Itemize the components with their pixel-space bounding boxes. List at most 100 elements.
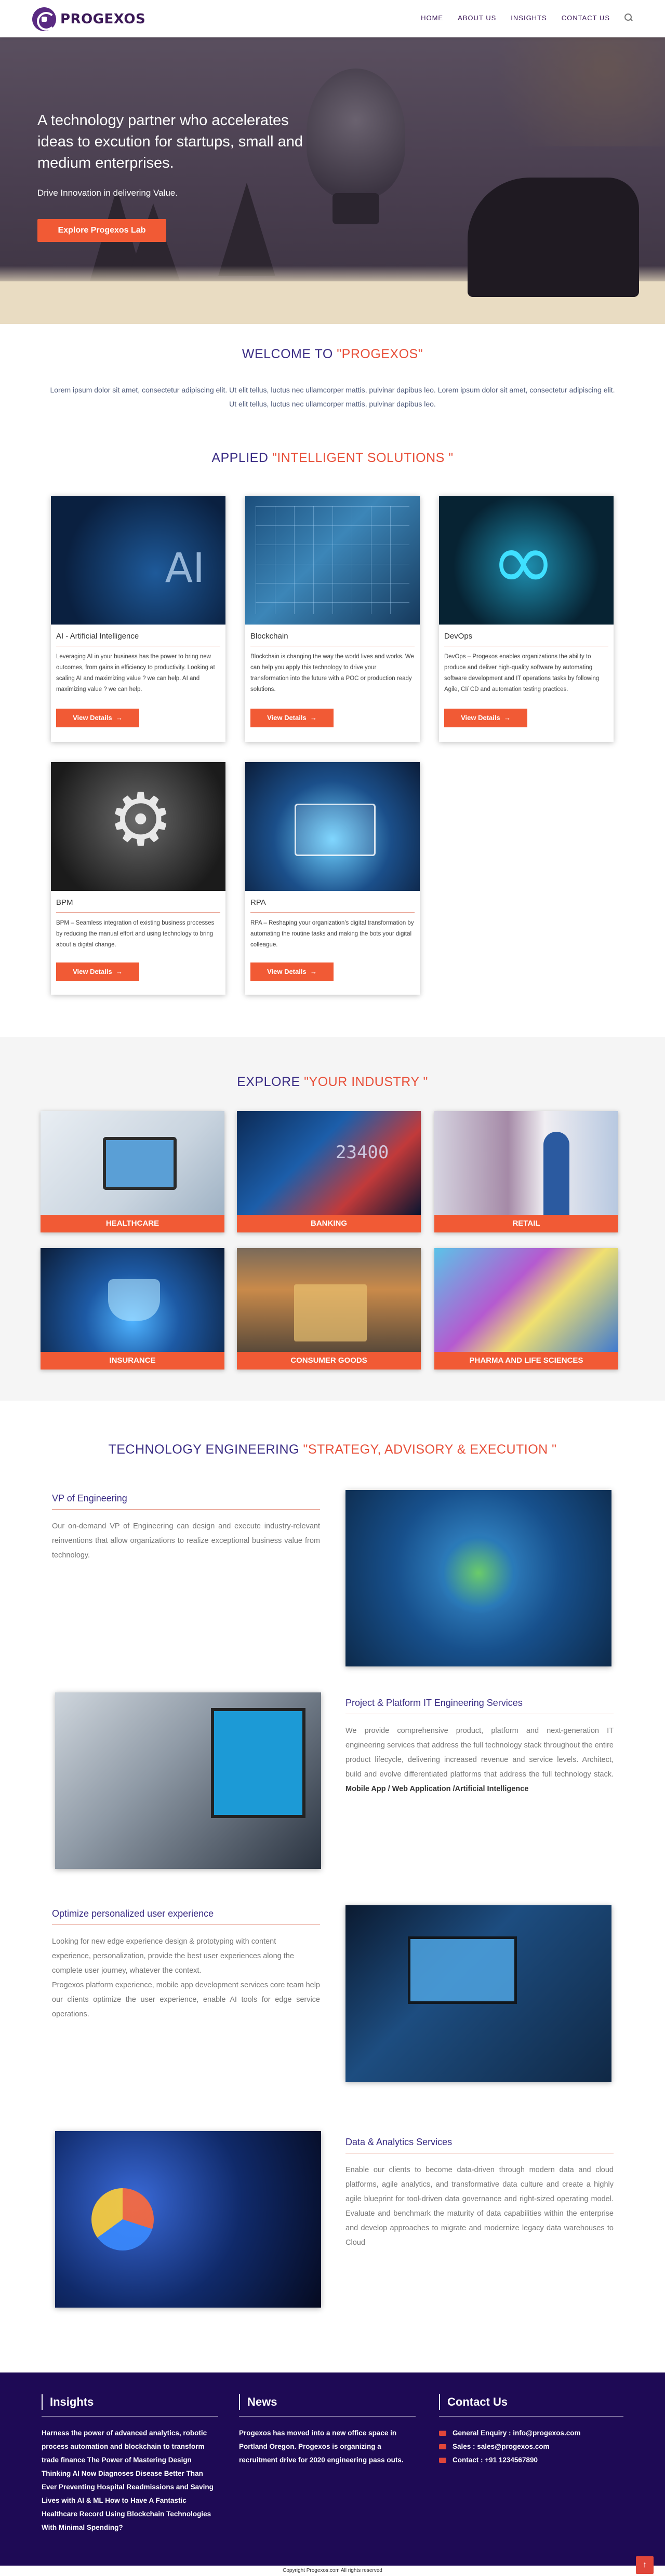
explore-lab-button[interactable]: Explore Progexos Lab xyxy=(37,219,166,242)
engineering-title: TECHNOLOGY ENGINEERING "STRATEGY, ADVISO… xyxy=(0,1442,665,1457)
view-details-button[interactable]: View Details → xyxy=(56,709,139,727)
welcome-text: Lorem ipsum dolor sit amet, consectetur … xyxy=(50,386,615,408)
view-details-button[interactable]: View Details → xyxy=(250,709,334,727)
footer-divider xyxy=(42,2416,218,2417)
ux-text-line: Progexos platform experience, mobile app… xyxy=(52,1981,320,2018)
footer-news-text: Progexos has moved into a new office spa… xyxy=(239,2429,404,2464)
solution-card-blockchain: Blockchain Blockchain is changing the wa… xyxy=(245,496,420,742)
platform-text-body: We provide comprehensive product, platfo… xyxy=(345,1727,614,1779)
hero-bulb-base xyxy=(332,193,379,224)
ux-text-line: complete user journey, whatever the cont… xyxy=(52,1967,202,1975)
bpm-image xyxy=(51,762,225,891)
platform-engineering-text: We provide comprehensive product, platfo… xyxy=(345,1724,614,1796)
engineering-title-highlight: "STRATEGY, ADVISORY & EXECUTION " xyxy=(303,1442,557,1457)
hero-subtitle: Drive Innovation in delivering Value. xyxy=(37,188,178,198)
footer-insights-text[interactable]: Harness the power of advanced analytics,… xyxy=(42,2426,218,2534)
ux-image xyxy=(345,1905,611,2082)
contact-general[interactable]: General Enquiry : info@progexos.com xyxy=(439,2426,626,2440)
card-title: DevOps xyxy=(444,632,608,646)
welcome-title: WELCOME TO "PROGEXOS" xyxy=(0,347,665,362)
view-details-button[interactable]: View Details → xyxy=(56,962,139,981)
main-nav: HOME ABOUT US INSIGHTS CONTACT US xyxy=(421,13,633,22)
copyright: Copyright Progexos.com All rights reserv… xyxy=(0,2566,665,2576)
industry-label: PHARMA AND LIFE SCIENCES xyxy=(434,1352,618,1370)
healthcare-image xyxy=(41,1111,224,1215)
engineering-title-text: TECHNOLOGY ENGINEERING xyxy=(108,1442,303,1457)
industry-label: CONSUMER GOODS xyxy=(237,1352,421,1370)
vp-engineering-title: VP of Engineering xyxy=(52,1493,320,1510)
industry-tile-healthcare[interactable]: HEALTHCARE xyxy=(41,1111,224,1232)
hero-title: A technology partner who accelerates ide… xyxy=(37,112,303,171)
contact-text: General Enquiry : info@progexos.com xyxy=(453,2429,581,2437)
nav-about-us[interactable]: ABOUT US xyxy=(458,14,496,22)
platform-text-bold: Mobile App / Web Application /Artificial… xyxy=(345,1785,529,1793)
solutions-title-text: APPLIED xyxy=(211,451,272,465)
ai-image xyxy=(51,496,225,625)
hero-banner: A technology partner who accelerates ide… xyxy=(0,37,665,324)
rpa-image xyxy=(245,762,420,891)
solution-card-bpm: BPM BPM – Seamless integration of existi… xyxy=(51,762,225,995)
card-title: RPA xyxy=(250,898,415,913)
industry-title: EXPLORE "YOUR INDUSTRY " xyxy=(0,1075,665,1090)
nav-home[interactable]: HOME xyxy=(421,14,443,22)
industry-label: HEALTHCARE xyxy=(41,1215,224,1232)
arrow-right-icon: → xyxy=(310,968,317,975)
footer-news-title: News xyxy=(239,2394,277,2410)
card-title: AI - Artificial Intelligence xyxy=(56,632,220,646)
platform-engineering-image xyxy=(55,1692,321,1869)
industry-label: BANKING xyxy=(237,1215,421,1232)
view-details-button[interactable]: View Details → xyxy=(250,962,334,981)
retail-image xyxy=(434,1111,618,1215)
vp-engineering-text: Our on-demand VP of Engineering can desi… xyxy=(52,1522,320,1560)
arrow-right-icon: → xyxy=(503,714,511,722)
contact-text: Contact : +91 1234567890 xyxy=(453,2456,538,2464)
vp-engineering-image xyxy=(345,1490,611,1666)
pharma-image xyxy=(434,1248,618,1352)
solution-card-devops: DevOps DevOps – Progexos enables organiz… xyxy=(439,496,614,742)
logo-text: PROGEXOS xyxy=(60,11,146,27)
industry-tile-retail[interactable]: RETAIL xyxy=(434,1111,618,1232)
search-icon[interactable] xyxy=(624,13,633,22)
logo-icon xyxy=(32,7,56,31)
industry-label: INSURANCE xyxy=(41,1352,224,1370)
footer-divider xyxy=(239,2416,416,2417)
button-label: View Details xyxy=(461,714,500,722)
card-description: Blockchain is changing the way the world… xyxy=(250,654,414,693)
phone-icon xyxy=(439,2458,446,2463)
mail-icon xyxy=(439,2431,446,2436)
industry-tile-consumer-goods[interactable]: CONSUMER GOODS xyxy=(237,1248,421,1370)
ux-text-line: Looking for new edge experience design &… xyxy=(52,1937,276,1946)
solution-card-ai: AI - Artificial Intelligence Leveraging … xyxy=(51,496,225,742)
site-header: PROGEXOS HOME ABOUT US INSIGHTS CONTACT … xyxy=(0,0,665,37)
nav-insights[interactable]: INSIGHTS xyxy=(511,14,547,22)
industry-tile-pharma[interactable]: PHARMA AND LIFE SCIENCES xyxy=(434,1248,618,1370)
contact-sales[interactable]: Sales : sales@progexos.com xyxy=(439,2440,626,2453)
industry-label: RETAIL xyxy=(434,1215,618,1232)
arrow-right-icon: → xyxy=(115,968,123,975)
arrow-right-icon: → xyxy=(115,714,123,722)
solutions-title-highlight: "INTELLIGENT SOLUTIONS " xyxy=(272,451,454,465)
nav-contact-us[interactable]: CONTACT US xyxy=(562,14,610,22)
scroll-to-top-button[interactable]: ↑ xyxy=(636,2556,654,2574)
solutions-title: APPLIED "INTELLIGENT SOLUTIONS " xyxy=(0,451,665,466)
footer-divider xyxy=(439,2416,623,2417)
logo[interactable]: PROGEXOS xyxy=(32,7,145,31)
ux-text-line: experience, personalization, provide the… xyxy=(52,1952,294,1960)
mail-icon xyxy=(439,2444,446,2449)
ux-title: Optimize personalized user experience xyxy=(52,1908,320,1925)
card-description: DevOps – Progexos enables organizations … xyxy=(444,654,600,693)
contact-text: Sales : sales@progexos.com xyxy=(453,2443,550,2450)
card-description: Leveraging AI in your business has the p… xyxy=(56,654,215,693)
solution-card-rpa: RPA RPA – Reshaping your organization's … xyxy=(245,762,420,995)
industry-tile-banking[interactable]: BANKING xyxy=(237,1111,421,1232)
footer-insights-title: Insights xyxy=(42,2394,94,2410)
industry-tile-insurance[interactable]: INSURANCE xyxy=(41,1248,224,1370)
footer-contact-list: General Enquiry : info@progexos.com Sale… xyxy=(439,2426,626,2467)
button-label: View Details xyxy=(267,968,307,975)
contact-phone[interactable]: Contact : +91 1234567890 xyxy=(439,2453,626,2467)
button-label: View Details xyxy=(73,968,112,975)
hero-tree xyxy=(218,183,275,276)
button-label: View Details xyxy=(73,714,112,722)
arrow-right-icon: → xyxy=(310,714,317,722)
view-details-button[interactable]: View Details → xyxy=(444,709,527,727)
